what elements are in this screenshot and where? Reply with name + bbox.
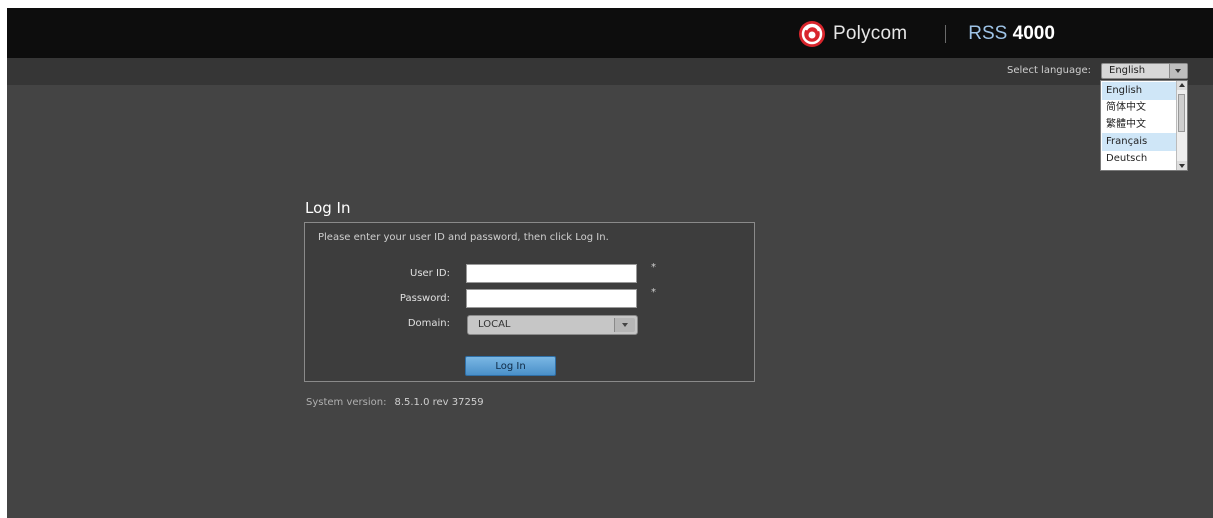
chevron-down-icon[interactable]: [614, 318, 635, 332]
language-option-simplified-chinese[interactable]: 简体中文: [1102, 99, 1176, 117]
product-prefix: RSS: [968, 23, 1008, 44]
user-id-label: User ID:: [410, 268, 450, 279]
scrollbar-thumb[interactable]: [1178, 94, 1185, 132]
system-version-label: System version:: [306, 397, 387, 408]
top-bar: Polycom RSS 4000: [7, 8, 1213, 58]
dropdown-scrollbar[interactable]: [1176, 81, 1187, 170]
chevron-up-icon[interactable]: [1177, 81, 1187, 90]
chevron-down-icon[interactable]: [1177, 161, 1187, 170]
product-name: RSS 4000: [968, 23, 1055, 45]
language-bar: Select language: English: [7, 58, 1213, 85]
domain-select[interactable]: LOCAL: [467, 315, 638, 335]
domain-selected-value: LOCAL: [478, 319, 511, 330]
brand: Polycom RSS 4000: [797, 19, 1055, 49]
language-label: Select language:: [1007, 65, 1091, 76]
login-title: Log In: [305, 199, 351, 217]
login-instruction: Please enter your user ID and password, …: [318, 232, 609, 243]
app-window: Polycom RSS 4000 Select language: Englis…: [7, 8, 1213, 518]
product-number: 4000: [1012, 23, 1055, 44]
password-required-marker: *: [651, 287, 656, 298]
language-option-english[interactable]: English: [1102, 82, 1176, 100]
user-id-input[interactable]: [466, 264, 637, 283]
language-selected-value: English: [1109, 65, 1146, 76]
brand-name: Polycom: [833, 23, 908, 44]
login-button[interactable]: Log In: [465, 356, 556, 376]
language-select[interactable]: English: [1101, 63, 1188, 79]
language-dropdown-list[interactable]: English 简体中文 繁體中文 Français Deutsch: [1100, 80, 1188, 171]
chevron-down-icon[interactable]: [1169, 64, 1187, 78]
user-id-required-marker: *: [651, 262, 656, 273]
language-option-traditional-chinese[interactable]: 繁體中文: [1102, 116, 1176, 134]
polycom-logo-icon: [799, 21, 825, 47]
password-input[interactable]: [466, 289, 637, 308]
system-version-value: 8.5.1.0 rev 37259: [394, 397, 484, 408]
password-label: Password:: [399, 293, 450, 304]
domain-label: Domain:: [407, 318, 450, 329]
language-option-french[interactable]: Français: [1102, 133, 1176, 151]
login-panel: Please enter your user ID and password, …: [304, 222, 755, 382]
language-option-german[interactable]: Deutsch: [1102, 150, 1176, 168]
system-version: System version: 8.5.1.0 rev 37259: [306, 397, 484, 408]
brand-divider: [945, 25, 947, 43]
